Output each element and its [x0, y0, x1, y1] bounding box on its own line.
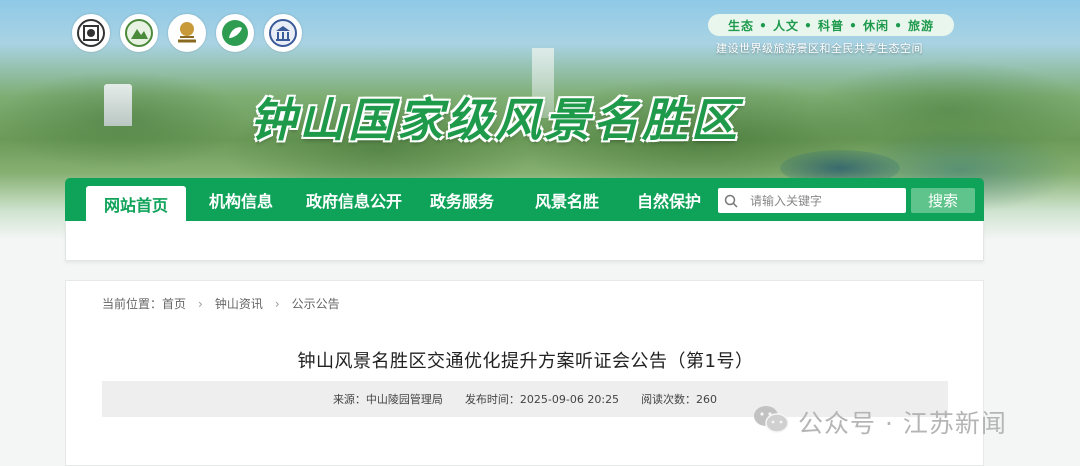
nav-item-services[interactable]: 政务服务 [412, 178, 512, 221]
logo-row [72, 14, 302, 52]
article-source: 来源：中山陵园管理局 [332, 393, 443, 406]
nav-item-organization[interactable]: 机构信息 [186, 178, 296, 221]
search-icon [718, 194, 744, 208]
nav-item-gov-info[interactable]: 政府信息公开 [296, 178, 412, 221]
museum-logo[interactable] [264, 14, 302, 52]
search-button[interactable]: 搜索 [911, 188, 975, 213]
wechat-icon [752, 404, 790, 440]
wechat-watermark: 公众号 · 江苏新闻 [752, 404, 1007, 440]
article-title: 钟山风景名胜区交通优化提升方案听证会公告（第1号） [297, 351, 754, 372]
breadcrumb-separator-icon: › [274, 296, 280, 311]
breadcrumb-news[interactable]: 钟山资讯 [215, 295, 263, 312]
search-box [718, 188, 906, 213]
nav-item-home[interactable]: 网站首页 [86, 186, 186, 221]
nav-item-scenic[interactable]: 风景名胜 [512, 178, 622, 221]
article-read-count: 阅读次数：260 [641, 393, 718, 406]
breadcrumb-separator-icon: › [198, 296, 203, 311]
breadcrumb-notices[interactable]: 公示公告 [292, 295, 340, 312]
main-navbar: 网站首页 机构信息 政府信息公开 政务服务 风景名胜 自然保护 搜索 [65, 178, 984, 221]
breadcrumb: 当前位置： 首页 › 钟山资讯 › 公示公告 [102, 295, 340, 312]
nav-item-nature[interactable]: 自然保护 [622, 178, 716, 221]
breadcrumb-prefix: 当前位置： [102, 297, 163, 311]
site-title: 钟山国家级风景名胜区 [250, 93, 740, 147]
search-input[interactable] [750, 193, 900, 208]
heritage-logo[interactable] [72, 14, 110, 52]
slogan-subtitle: 建设世界级旅游景区和全民共享生态空间 [716, 42, 923, 55]
ecology-logo[interactable] [216, 14, 254, 52]
mausoleum-image [104, 84, 132, 126]
sub-navbar [65, 221, 984, 261]
5a-scenic-logo[interactable] [168, 14, 206, 52]
article-publish-time: 发布时间：2025-09-06 20:25 [464, 393, 620, 406]
slogan-pill: 生态 • 人文 • 科普 • 休闲 • 旅游 [708, 14, 954, 36]
national-park-logo[interactable] [120, 14, 158, 52]
watermark-text: 公众号 · 江苏新闻 [798, 409, 1007, 438]
breadcrumb-home[interactable]: 首页 [162, 295, 186, 312]
